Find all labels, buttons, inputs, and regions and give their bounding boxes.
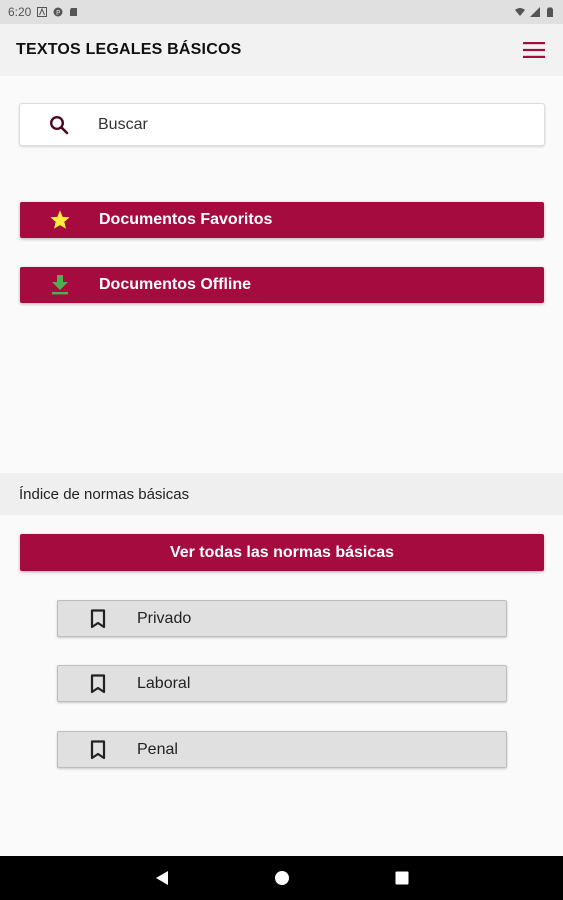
index-section-title: Índice de normas básicas (19, 485, 190, 503)
bookmark-icon (90, 739, 105, 759)
offline-label: Documentos Offline (99, 276, 252, 293)
search-icon-wrap (20, 115, 98, 135)
wifi-icon (515, 8, 525, 16)
recents-icon (395, 871, 408, 885)
a-icon (37, 7, 48, 17)
recents-button[interactable] (342, 871, 462, 885)
category-privado[interactable]: Privado (57, 600, 507, 637)
view-all-norms-label: Ver todas las normas básicas (169, 543, 395, 561)
signal-icon (530, 7, 540, 17)
category-laboral[interactable]: Laboral (57, 665, 507, 702)
menu-button[interactable] (521, 39, 547, 61)
svg-text:P: P (56, 9, 60, 17)
sd-card-icon (70, 8, 78, 16)
status-bar: 6:20 P (0, 0, 563, 24)
view-all-norms-button[interactable]: Ver todas las normas básicas (20, 534, 544, 571)
page-title: TEXTOS LEGALES BÁSICOS (16, 41, 242, 58)
bookmark-icon (90, 673, 105, 693)
battery-icon (547, 7, 553, 17)
home-button[interactable] (222, 870, 342, 886)
download-icon (51, 275, 68, 295)
system-nav-bar (0, 856, 563, 900)
search-bar[interactable] (19, 103, 545, 146)
app-bar: TEXTOS LEGALES BÁSICOS (0, 24, 563, 76)
bookmark-icon (90, 608, 105, 628)
star-icon (49, 210, 70, 229)
category-label: Laboral (137, 674, 191, 692)
home-icon (274, 871, 289, 885)
status-time: 6:20 (8, 5, 32, 19)
search-input[interactable] (98, 104, 544, 145)
hamburger-menu-icon (523, 42, 545, 58)
back-icon (155, 871, 168, 885)
category-label: Penal (137, 740, 178, 758)
search-icon (49, 115, 69, 134)
favorites-button[interactable]: Documentos Favoritos (20, 202, 544, 238)
offline-button[interactable]: Documentos Offline (20, 267, 544, 303)
category-label: Privado (137, 609, 192, 627)
category-penal[interactable]: Penal (57, 731, 507, 768)
index-section-header: Índice de normas básicas (0, 473, 563, 515)
p-icon: P (53, 7, 63, 17)
favorites-label: Documentos Favoritos (99, 211, 273, 228)
back-button[interactable] (102, 870, 222, 886)
